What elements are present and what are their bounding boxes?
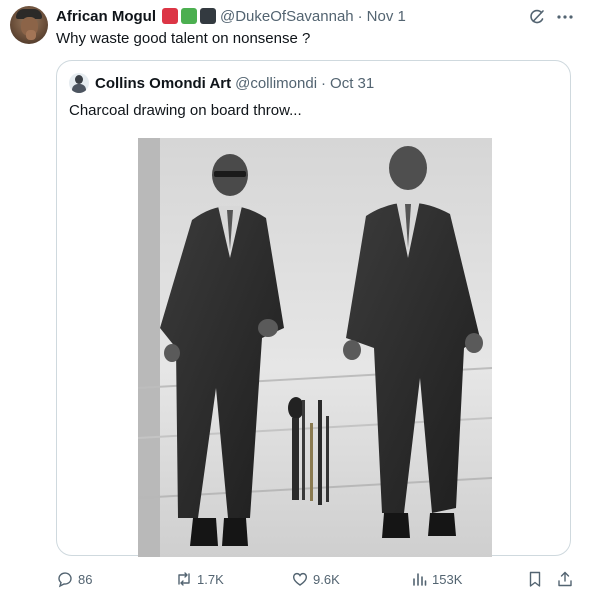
green-flag-icon [181,8,197,24]
share-icon [558,571,572,587]
bookmark-button[interactable] [526,566,544,592]
author-avatar[interactable] [10,6,48,44]
repost-count: 1.7K [197,571,224,587]
reply-count: 86 [78,571,93,587]
quote-author-avatar[interactable] [69,73,89,93]
reply-icon [58,572,72,588]
views-button[interactable]: 153K [410,566,462,592]
author-flags [162,8,216,24]
views-count: 153K [432,571,463,587]
repost-icon [178,572,190,586]
quote-author-name[interactable]: Collins Omondi Art [95,75,231,92]
like-button[interactable]: 9.6K [291,566,340,592]
grok-icon[interactable] [528,8,546,26]
red-flag-icon [162,8,178,24]
share-button[interactable] [556,566,574,592]
tweet-header: African Mogul @DukeOfSavannah · Nov 1 [56,7,406,25]
tweet-text: Why waste good talent on nonsense ? [56,30,311,47]
quote-separator-dot: · [321,75,327,92]
separator-dot: · [357,7,363,25]
heart-icon [292,572,308,586]
tweet-date[interactable]: Nov 1 [367,8,406,25]
quote-date[interactable]: Oct 31 [330,75,374,92]
action-bar: 86 1.7K 9.6K 153K [0,566,597,592]
reply-button[interactable]: 86 [56,566,92,592]
bookmark-icon [529,571,541,587]
like-count: 9.6K [313,571,340,587]
quote-author-handle[interactable]: @collimondi [235,75,317,92]
author-handle[interactable]: @DukeOfSavannah [220,8,354,25]
more-icon[interactable] [556,12,574,22]
views-icon [413,573,427,586]
author-name[interactable]: African Mogul [56,8,156,25]
tweet[interactable]: African Mogul @DukeOfSavannah · Nov 1 Wh… [0,0,597,605]
charcoal-drawing-image[interactable] [138,138,492,557]
black-flag-icon [200,8,216,24]
quoted-tweet[interactable]: Collins Omondi Art @collimondi · Oct 31 … [56,60,571,557]
repost-button[interactable]: 1.7K [175,566,224,592]
quote-header: Collins Omondi Art @collimondi · Oct 31 [95,75,374,92]
quote-text: Charcoal drawing on board throw... [69,102,302,119]
